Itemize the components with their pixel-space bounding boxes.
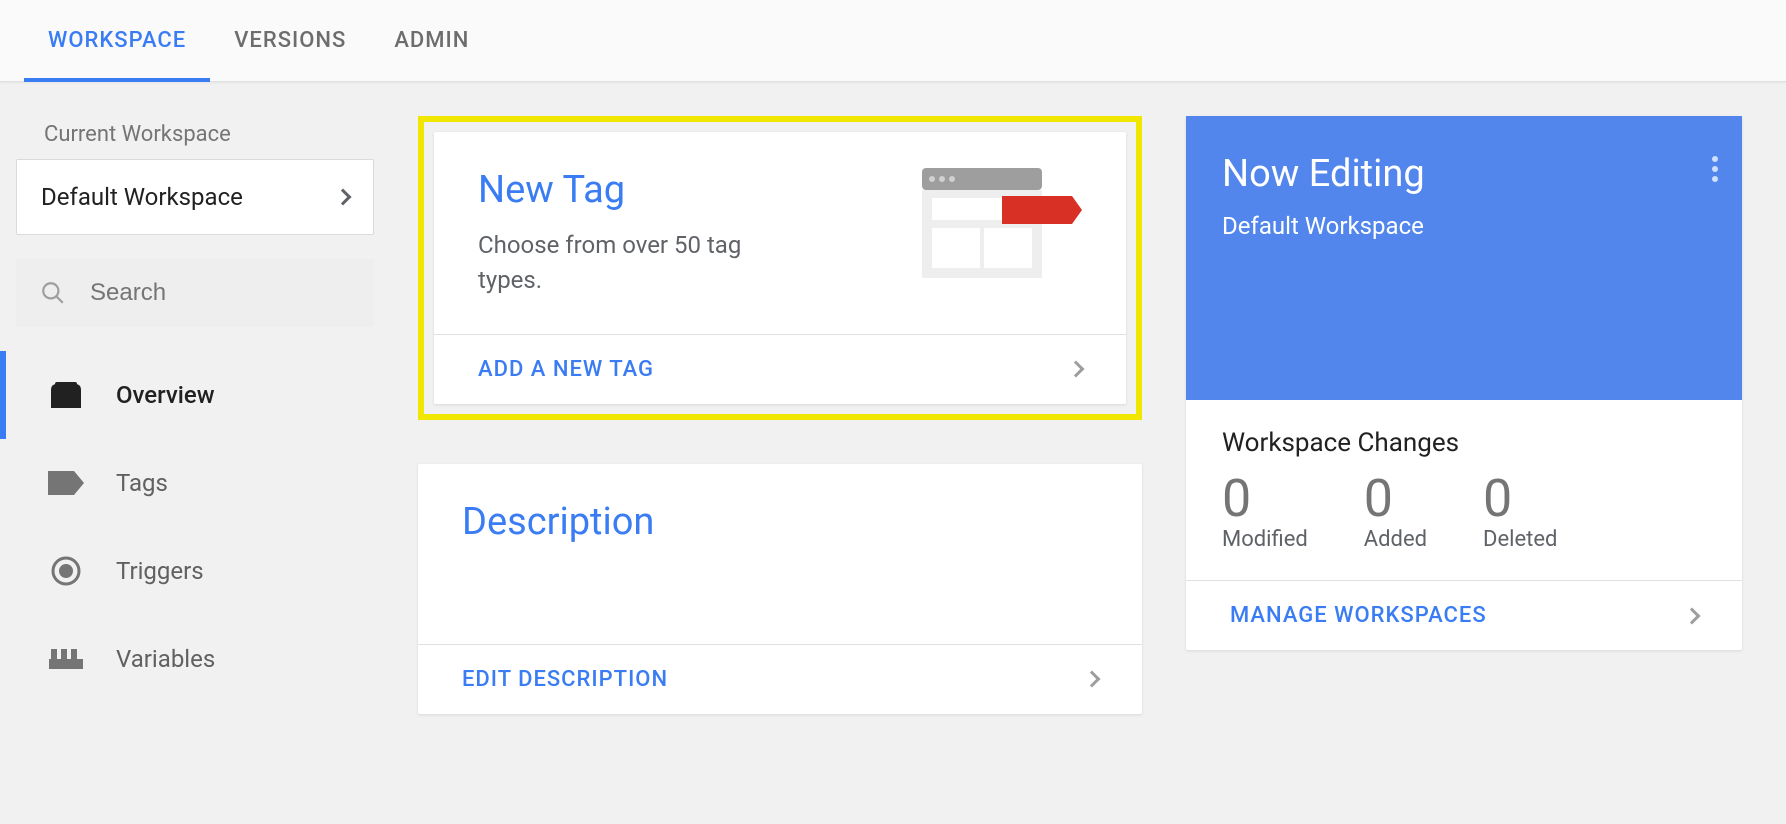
trigger-icon xyxy=(48,556,84,586)
sidebar-item-label: Triggers xyxy=(116,557,204,585)
stat-deleted-count: 0 xyxy=(1483,470,1557,527)
now-editing-card: Now Editing Default Workspace Workspace … xyxy=(1186,116,1742,650)
tab-admin[interactable]: ADMIN xyxy=(370,0,493,82)
edit-description-button[interactable]: EDIT DESCRIPTION xyxy=(418,644,1142,714)
new-tag-subtitle: Choose from over 50 tag types. xyxy=(478,228,778,298)
tab-versions[interactable]: VERSIONS xyxy=(210,0,370,82)
workspace-selector[interactable]: Default Workspace xyxy=(16,159,374,235)
stat-modified-count: 0 xyxy=(1222,470,1308,527)
manage-workspaces-label: MANAGE WORKSPACES xyxy=(1230,603,1487,628)
edit-description-label: EDIT DESCRIPTION xyxy=(462,667,668,692)
tag-icon xyxy=(48,468,84,498)
top-nav: WORKSPACE VERSIONS ADMIN xyxy=(0,0,1786,82)
sidebar-item-label: Tags xyxy=(116,469,168,497)
search-box[interactable] xyxy=(16,259,374,327)
chevron-right-icon xyxy=(1684,607,1701,624)
chevron-right-icon xyxy=(335,189,352,206)
now-editing-title: Now Editing xyxy=(1222,152,1706,196)
stat-deleted: 0 Deleted xyxy=(1483,470,1557,552)
search-icon xyxy=(40,280,66,306)
add-new-tag-button[interactable]: ADD A NEW TAG xyxy=(434,334,1126,404)
workspace-selector-value: Default Workspace xyxy=(41,183,243,211)
sidebar-item-triggers[interactable]: Triggers xyxy=(0,527,390,615)
current-workspace-label: Current Workspace xyxy=(0,122,390,159)
main-content: New Tag Choose from over 50 tag types. xyxy=(390,82,1786,748)
manage-workspaces-button[interactable]: MANAGE WORKSPACES xyxy=(1186,580,1742,650)
new-tag-highlight: New Tag Choose from over 50 tag types. xyxy=(418,116,1142,420)
stat-added-label: Added xyxy=(1364,527,1427,552)
description-card: Description EDIT DESCRIPTION xyxy=(418,464,1142,714)
tab-workspace[interactable]: WORKSPACE xyxy=(24,0,210,82)
workspace-changes-title: Workspace Changes xyxy=(1222,428,1706,458)
stat-added: 0 Added xyxy=(1364,470,1427,552)
sidebar-item-tags[interactable]: Tags xyxy=(0,439,390,527)
sidebar-item-overview[interactable]: Overview xyxy=(0,351,390,439)
variable-icon xyxy=(48,644,84,674)
chevron-right-icon xyxy=(1084,671,1101,688)
description-title: Description xyxy=(462,500,1098,544)
sidebar: Current Workspace Default Workspace Over… xyxy=(0,82,390,748)
sidebar-item-variables[interactable]: Variables xyxy=(0,615,390,703)
sidebar-item-label: Overview xyxy=(116,381,215,409)
new-tag-card: New Tag Choose from over 50 tag types. xyxy=(434,132,1126,404)
tag-illustration-icon xyxy=(922,168,1082,278)
search-input[interactable] xyxy=(90,279,400,307)
stat-deleted-label: Deleted xyxy=(1483,527,1557,552)
chevron-right-icon xyxy=(1068,361,1085,378)
now-editing-subtitle: Default Workspace xyxy=(1222,212,1706,240)
stat-modified: 0 Modified xyxy=(1222,470,1308,552)
stat-modified-label: Modified xyxy=(1222,527,1308,552)
add-new-tag-label: ADD A NEW TAG xyxy=(478,357,654,382)
more-menu-icon[interactable] xyxy=(1712,152,1718,186)
new-tag-title: New Tag xyxy=(478,168,778,212)
stat-added-count: 0 xyxy=(1364,470,1427,527)
sidebar-item-label: Variables xyxy=(116,645,215,673)
overview-icon xyxy=(48,380,84,410)
